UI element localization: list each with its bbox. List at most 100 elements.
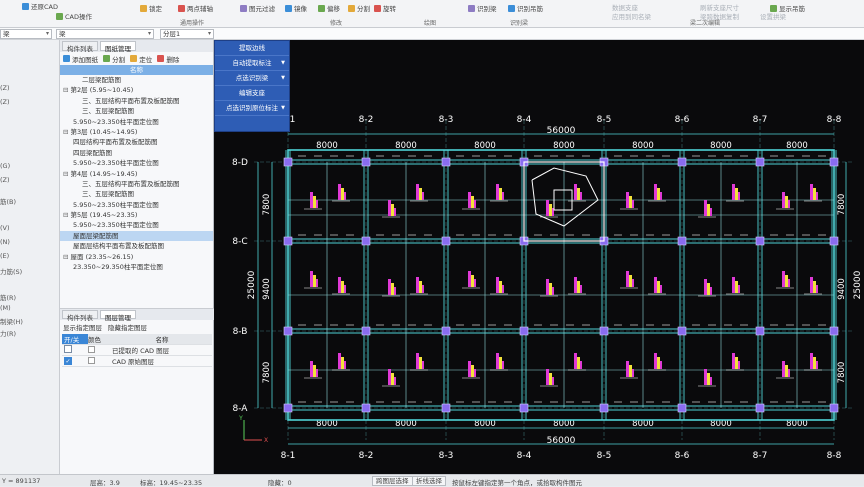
rebar-mark (738, 285, 740, 293)
rebar-label-mark (577, 357, 580, 369)
module-item[interactable]: 力(R) (0, 328, 16, 338)
floor-select[interactable]: 梁 (0, 29, 52, 39)
module-item[interactable]: (M) (0, 304, 11, 312)
rebar-label-mark (785, 275, 788, 287)
tree-drawing-item[interactable]: 屋面层结构平面布置及板配筋图 (60, 241, 213, 251)
collapse-icon[interactable]: ⊟ (63, 253, 71, 261)
module-item[interactable]: 筋(R) (0, 292, 16, 302)
rebar-mark (316, 369, 318, 377)
row-axis-label: 8-C (232, 237, 247, 247)
module-item[interactable]: 力筋(S) (0, 266, 22, 276)
rebar-label-mark (813, 357, 816, 369)
collapse-icon[interactable]: ⊟ (63, 128, 71, 136)
tree-drawing-item[interactable]: 5.950~23.350柱平面定位图 (60, 117, 213, 127)
tree-drawing-item[interactable]: 5.950~23.350柱平面定位图 (60, 220, 213, 230)
module-item[interactable]: (G) (0, 162, 10, 170)
col-onoff: 开/关 (62, 334, 88, 344)
float-menu-label: 提取边线 (239, 44, 265, 52)
collapse-icon[interactable]: ⊟ (63, 211, 71, 219)
module-item[interactable]: 筋(B) (0, 196, 16, 206)
ribbon-item[interactable]: CAD操作 (56, 11, 92, 21)
tab-component-list[interactable]: 构件列表 (62, 41, 98, 53)
tree-drawing-item[interactable]: 三、五层梁配筋图 (60, 189, 213, 199)
layer-visibility-checkbox[interactable]: ✓ (64, 357, 72, 365)
module-item[interactable]: (N) (0, 238, 10, 246)
rebar-mark (474, 369, 476, 377)
column-marker (519, 326, 529, 336)
ribbon-item[interactable]: 识别梁 (468, 3, 497, 13)
tree-drawing-item[interactable]: 23.350~29.350柱平面定位图 (60, 262, 213, 272)
dropdown-arrow-icon[interactable]: ▼ (281, 101, 285, 116)
tree-floor-node[interactable]: ⊟ 第5层 (19.45~23.35) (60, 210, 213, 220)
tree-floor-node[interactable]: ⊟ 第2层 (5.95~10.45) (60, 85, 213, 95)
show-layer-option[interactable]: 显示指定图层 (63, 322, 102, 332)
float-menu-item[interactable]: 自动提取标注 ▼ (215, 56, 289, 71)
module-item[interactable]: (E) (0, 252, 9, 260)
split-button[interactable]: 分割 (103, 54, 125, 64)
rebar-label-mark (499, 357, 502, 369)
module-item[interactable]: (Z) (0, 176, 10, 184)
float-menu-item[interactable]: 提取边线 (215, 41, 289, 56)
tree-floor-node[interactable]: ⊟ 第3层 (10.45~14.95) (60, 127, 213, 137)
cad-canvas[interactable]: 8-18-28-38-48-58-68-78-88-18-28-38-48-58… (214, 40, 864, 474)
rebar-mark (394, 377, 396, 385)
tree-drawing-item[interactable]: 三、五层梁配筋图 (60, 106, 213, 116)
tree-drawing-item[interactable]: 四层梁配筋图 (60, 148, 213, 158)
module-item[interactable]: (Z) (0, 98, 10, 106)
member-select[interactable]: 梁 (56, 29, 154, 39)
rebar-mark (810, 353, 813, 369)
ribbon-item[interactable]: 锁定 (140, 3, 162, 13)
locate-button[interactable]: 定位 (130, 54, 152, 64)
tree-label: 二层梁配筋图 (82, 76, 121, 84)
delete-button[interactable]: 删除 (157, 54, 179, 64)
tree-drawing-item[interactable]: 三、五层结构平面布置及板配筋图 (60, 179, 213, 189)
collapse-icon[interactable]: ⊟ (63, 86, 71, 94)
layer-row[interactable]: ✓ CAD 原始图层 (62, 356, 212, 367)
module-item[interactable]: (Z) (0, 84, 10, 92)
top-axis-label: 8-5 (597, 115, 612, 125)
add-drawing-button[interactable]: 添加图纸 (63, 54, 98, 64)
tab-layer-management[interactable]: 图层管理 (100, 310, 136, 322)
tree-drawing-item[interactable]: 三、五层结构平面布置及板配筋图 (60, 96, 213, 106)
dropdown-arrow-icon[interactable]: ▼ (281, 56, 285, 71)
ribbon-item[interactable]: 图元过滤 (240, 3, 275, 13)
hide-layer-option[interactable]: 隐藏指定图层 (108, 322, 147, 332)
tab-drawing-management[interactable]: 图纸管理 (100, 41, 136, 53)
tree-label: 三、五层结构平面布置及板配筋图 (82, 179, 180, 188)
ribbon-item[interactable]: 偏移 (318, 3, 340, 13)
float-menu-item[interactable]: 编辑支座 (215, 86, 289, 101)
tree-floor-node[interactable]: ⊟ 第4层 (14.95~19.45) (60, 169, 213, 179)
float-menu-item[interactable]: 点选识别梁 ▼ (215, 71, 289, 86)
module-item[interactable]: 制梁(H) (0, 316, 23, 326)
cross-layer-select-button[interactable]: 跨图层选择 (372, 476, 413, 486)
tree-drawing-item[interactable]: 5.950~23.350柱平面定位图 (60, 200, 213, 210)
top-axis-label: 8-2 (359, 115, 374, 125)
layer-select[interactable]: 分层1 (160, 29, 214, 39)
ribbon-item[interactable]: 识别吊筋 (508, 3, 543, 13)
layer-row[interactable]: 已提取的 CAD 图层 (62, 345, 212, 356)
tree-drawing-item[interactable]: 5.950~23.350柱平面定位图 (60, 158, 213, 168)
rebar-label-mark (341, 357, 344, 369)
layer-visibility-checkbox[interactable] (64, 345, 72, 353)
tree-floor-node[interactable]: ⊟ 屋面 (23.35~26.15) (60, 252, 213, 262)
polyline-select-button[interactable]: 折线选择 (412, 476, 446, 486)
module-item[interactable]: (V) (0, 224, 10, 232)
rebar-mark (338, 353, 341, 369)
ribbon-item[interactable]: 旋转 (374, 3, 396, 13)
tree-drawing-item[interactable]: 二层梁配筋图 (60, 75, 213, 85)
ribbon-item[interactable]: 两点辅轴 (178, 3, 213, 13)
collapse-icon[interactable]: ⊟ (63, 170, 71, 178)
dropdown-arrow-icon[interactable]: ▼ (281, 71, 285, 86)
ribbon-item[interactable]: 还原CAD (22, 1, 58, 11)
ribbon-icon (56, 12, 63, 20)
cad-drawing[interactable]: 8-18-28-38-48-58-68-78-88-18-28-38-48-58… (214, 40, 864, 474)
right-dimension: 7800 (837, 362, 847, 384)
tab-component-list-2[interactable]: 构件列表 (62, 310, 98, 322)
float-menu-item[interactable]: 点选识别原位标注 ▼ (215, 101, 289, 116)
ribbon-item[interactable]: 分割 (348, 3, 370, 13)
rebar-label-mark (471, 196, 474, 208)
tree-drawing-item[interactable]: 屋面层梁配筋图 (60, 230, 213, 242)
ribbon-item[interactable]: 镜像 (285, 3, 307, 13)
rebar-mark (344, 192, 346, 200)
tree-drawing-item[interactable]: 四层结构平面布置及板配筋图 (60, 137, 213, 147)
